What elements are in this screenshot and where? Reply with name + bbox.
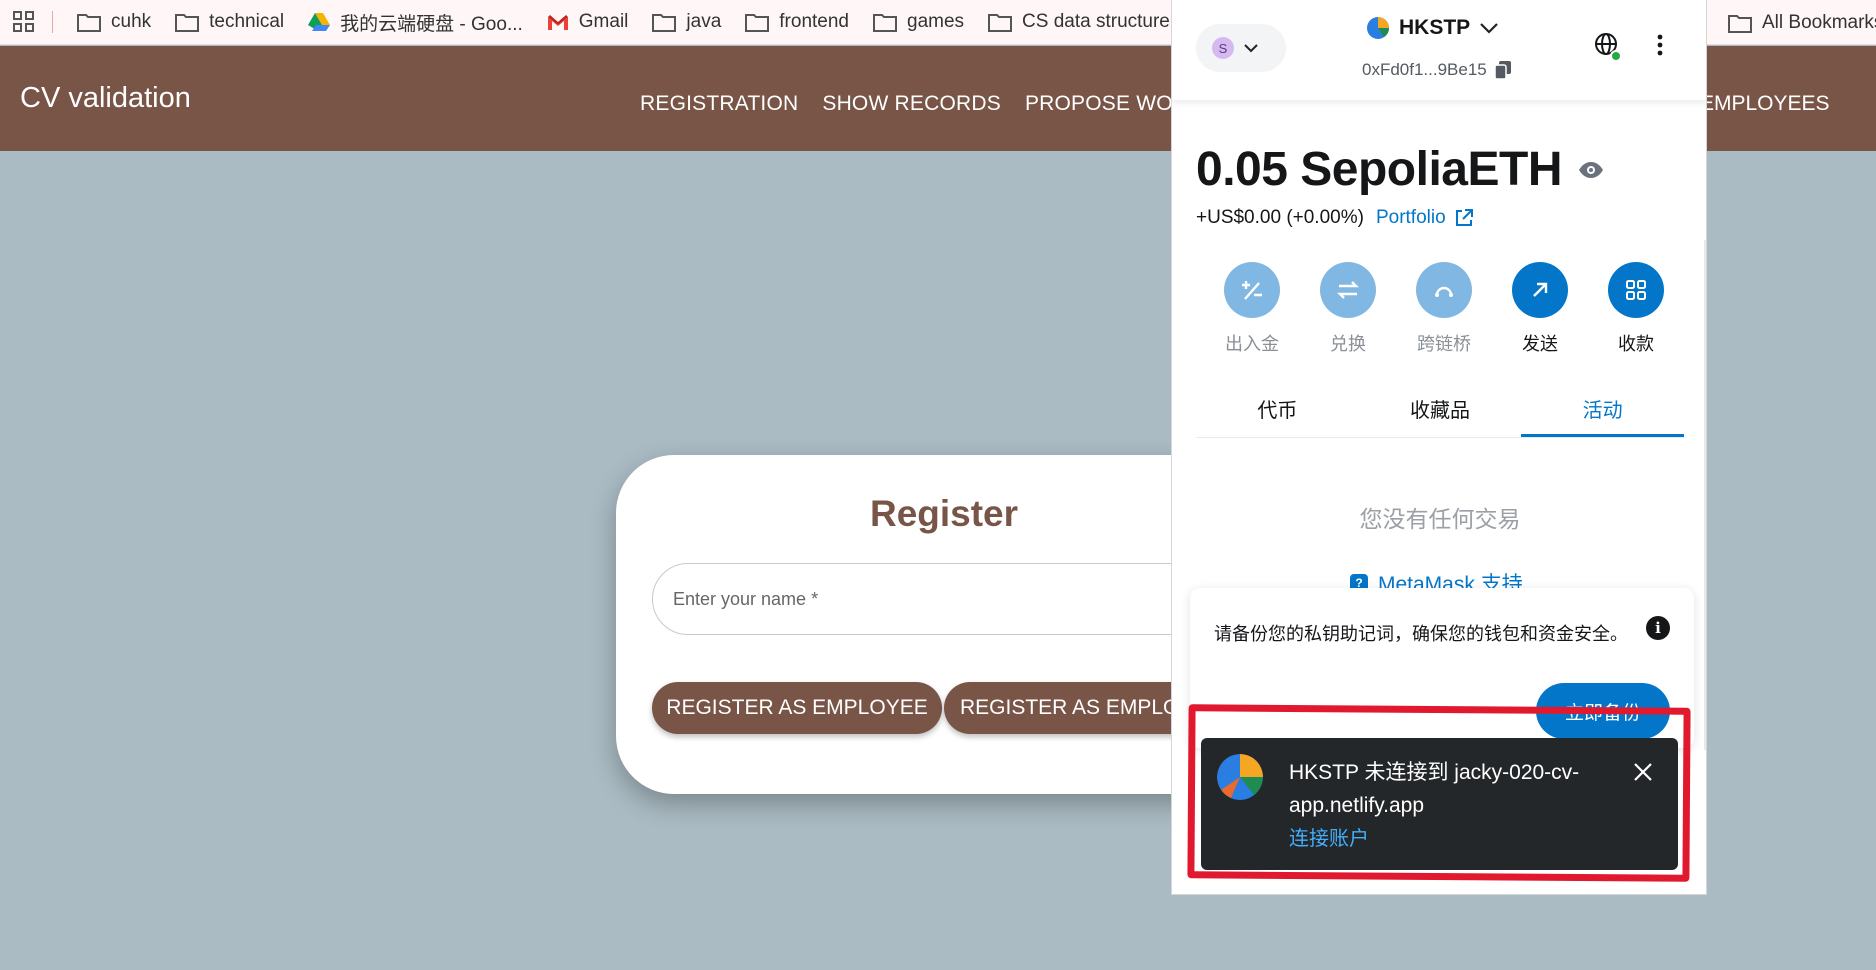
close-icon[interactable] xyxy=(1633,762,1653,787)
eye-icon[interactable] xyxy=(1578,161,1604,179)
all-bookmarks-label: All Bookmarks xyxy=(1762,11,1876,33)
gmail-icon xyxy=(547,14,568,30)
fiat-change: +US$0.00 (+0.00%) Portfolio xyxy=(1196,207,1474,229)
nav-employees[interactable]: EMPLOYEES xyxy=(1700,92,1830,116)
receive-qr-icon xyxy=(1608,262,1664,318)
toast-message: HKSTP 未连接到 jacky-020-cv-app.netlify.app xyxy=(1289,761,1580,817)
swap-button[interactable]: 兑换 xyxy=(1308,262,1388,356)
backup-reminder-text: 请备份您的私钥助记词，确保您的钱包和资金安全。 xyxy=(1214,624,1628,644)
chevron-down-icon xyxy=(1244,44,1258,53)
google-drive-icon xyxy=(308,13,331,31)
swap-label: 兑换 xyxy=(1330,334,1366,354)
bookmark-technical[interactable]: technical xyxy=(163,4,296,40)
buy-sell-icon xyxy=(1224,262,1280,318)
kebab-menu-icon xyxy=(1657,34,1663,56)
not-connected-toast: HKSTP 未连接到 jacky-020-cv-app.netlify.app … xyxy=(1201,738,1678,870)
name-input-placeholder: Enter your name * xyxy=(673,588,819,609)
bookmark-label: 我的云端硬盘 - Goo... xyxy=(340,13,523,35)
account-avatar-icon xyxy=(1367,17,1389,39)
connect-account-link[interactable]: 连接账户 xyxy=(1289,822,1369,851)
balance: 0.05 SepoliaETH xyxy=(1196,142,1604,197)
receive-label: 收款 xyxy=(1618,334,1654,354)
bookmark-label: Gmail xyxy=(578,11,629,32)
chevron-down-icon xyxy=(1480,23,1498,34)
tab-nfts[interactable]: 收藏品 xyxy=(1359,390,1522,437)
empty-activity-text: 您没有任何交易 xyxy=(1359,506,1521,532)
info-icon[interactable]: i xyxy=(1646,616,1670,640)
account-avatar-icon xyxy=(1217,754,1263,800)
folder-icon xyxy=(745,14,770,32)
tab-activity[interactable]: 活动 xyxy=(1521,390,1685,437)
network-badge: S xyxy=(1212,37,1234,59)
all-bookmarks[interactable]: All Bookmarks xyxy=(1728,0,1876,45)
portfolio-label: Portfolio xyxy=(1375,207,1446,228)
folder-icon xyxy=(652,14,677,32)
asset-tabs: 代币 收藏品 活动 xyxy=(1196,390,1685,438)
bookmark-label: CS data structure xyxy=(1022,11,1170,32)
bookmark-cuhk[interactable]: cuhk xyxy=(65,4,163,40)
nav-show-records[interactable]: SHOW RECORDS xyxy=(822,92,1001,116)
globe-icon xyxy=(1595,33,1622,62)
bookmark-gmail[interactable]: Gmail xyxy=(535,4,641,40)
bridge-button[interactable]: 跨链桥 xyxy=(1404,262,1484,356)
nav-registration[interactable]: REGISTRATION xyxy=(640,92,798,116)
send-label: 发送 xyxy=(1522,334,1558,354)
account-address-text: 0xFd0f1...9Be15 xyxy=(1362,60,1487,79)
send-button[interactable]: 发送 xyxy=(1500,262,1580,356)
copy-icon xyxy=(1494,61,1511,79)
app-title: CV validation xyxy=(20,82,191,114)
scrollbar-track[interactable] xyxy=(1704,240,1706,750)
apps-grid-icon[interactable] xyxy=(2,0,46,44)
tab-tokens[interactable]: 代币 xyxy=(1196,390,1359,437)
bridge-icon xyxy=(1416,262,1472,318)
bookmark-java[interactable]: java xyxy=(640,4,733,40)
register-employer-button[interactable]: REGISTER AS EMPLO xyxy=(944,682,1204,734)
network-selector[interactable]: S xyxy=(1196,24,1286,72)
bookmark-label: frontend xyxy=(779,11,849,32)
main-nav: REGISTRATION SHOW RECORDS PROPOSE WOR xyxy=(640,92,1188,116)
folder-icon xyxy=(175,14,200,32)
bookmark-cs-data-structure[interactable]: CS data structure xyxy=(976,4,1182,40)
folder-icon xyxy=(873,14,897,32)
bookmark-label: games xyxy=(907,11,965,32)
portfolio-link[interactable]: Portfolio xyxy=(1376,207,1474,229)
buy-sell-label: 出入金 xyxy=(1225,334,1279,354)
bookmark-label: technical xyxy=(209,11,285,32)
folder-icon xyxy=(77,14,101,32)
bookmark-label: cuhk xyxy=(111,11,152,32)
bridge-label: 跨链桥 xyxy=(1417,334,1471,354)
swap-icon xyxy=(1320,262,1376,318)
account-address[interactable]: 0xFd0f1...9Be15 xyxy=(1362,60,1511,80)
bookmark-label: java xyxy=(686,11,722,32)
account-options-button[interactable] xyxy=(1657,34,1663,61)
metamask-header: S HKSTP 0xFd0f1...9Be15 xyxy=(1172,0,1706,100)
nav-propose-work[interactable]: PROPOSE WOR xyxy=(1025,92,1188,116)
register-employee-button[interactable]: REGISTER AS EMPLOYEE xyxy=(652,682,942,734)
receive-button[interactable]: 收款 xyxy=(1596,262,1676,356)
balance-value: 0.05 SepoliaETH xyxy=(1196,143,1562,196)
account-name: HKSTP xyxy=(1399,16,1471,39)
account-selector[interactable]: HKSTP xyxy=(1367,16,1498,40)
bookmark-games[interactable]: games xyxy=(861,4,976,40)
external-link-icon xyxy=(1455,209,1473,226)
folder-icon xyxy=(1728,14,1752,33)
bookmark-frontend[interactable]: frontend xyxy=(733,4,861,40)
folder-icon xyxy=(988,14,1013,32)
bookmarks-divider xyxy=(52,11,53,33)
send-arrow-icon xyxy=(1512,262,1568,318)
connected-sites-button[interactable] xyxy=(1594,32,1622,67)
buy-sell-button[interactable]: 出入金 xyxy=(1212,262,1292,356)
fiat-change-text: +US$0.00 (+0.00%) xyxy=(1196,207,1364,228)
bookmark-google-drive[interactable]: 我的云端硬盘 - Goo... xyxy=(296,4,535,40)
